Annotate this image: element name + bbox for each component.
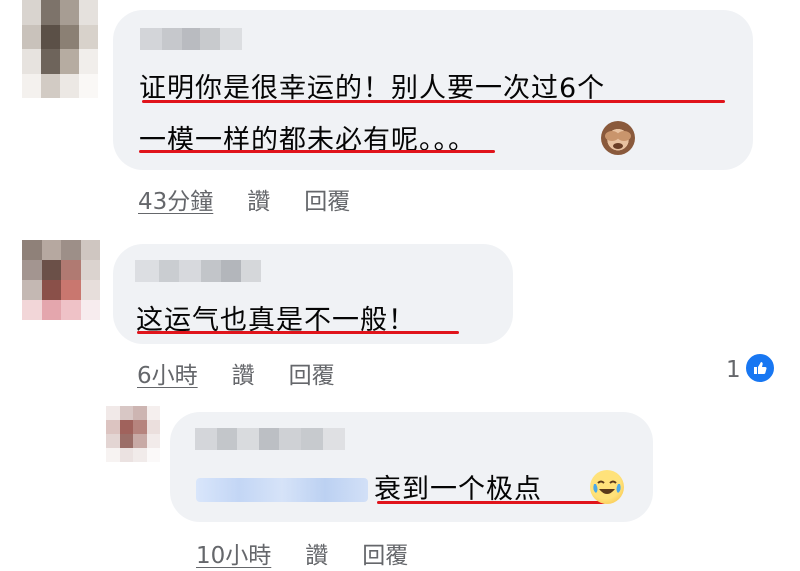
mentioned-name-blurred[interactable] [196,478,368,502]
avatar[interactable] [22,240,100,320]
red-underline [139,150,495,153]
commenter-name-blurred[interactable] [195,428,345,450]
face-with-tears-of-joy-emoji-icon [590,470,624,504]
comment-actions: 10小時 讚 回覆 [196,536,408,570]
reply-button[interactable]: 回覆 [304,182,350,216]
comment-timestamp-link[interactable]: 43分鐘 [138,182,213,216]
like-button[interactable]: 讚 [247,182,270,216]
see-no-evil-monkey-emoji-icon [601,121,635,155]
commenter-name-blurred[interactable] [140,28,242,50]
reaction-count[interactable]: 1 [726,357,741,383]
comment-actions: 6小時 讚 回覆 [137,356,335,390]
red-underline [142,100,725,103]
comment-timestamp-link[interactable]: 10小時 [196,536,271,570]
like-button[interactable]: 讚 [305,536,328,570]
like-button[interactable]: 讚 [232,356,255,390]
reply-button[interactable]: 回覆 [362,536,408,570]
avatar[interactable] [22,0,98,98]
commenter-name-blurred[interactable] [135,260,261,282]
avatar[interactable] [106,406,160,462]
like-reaction-icon[interactable] [744,352,776,384]
reply-button[interactable]: 回覆 [289,356,335,390]
comment-actions: 43分鐘 讚 回覆 [138,182,350,216]
red-underline [377,501,605,504]
comment-timestamp-link[interactable]: 6小時 [137,356,198,390]
red-underline [137,331,459,334]
